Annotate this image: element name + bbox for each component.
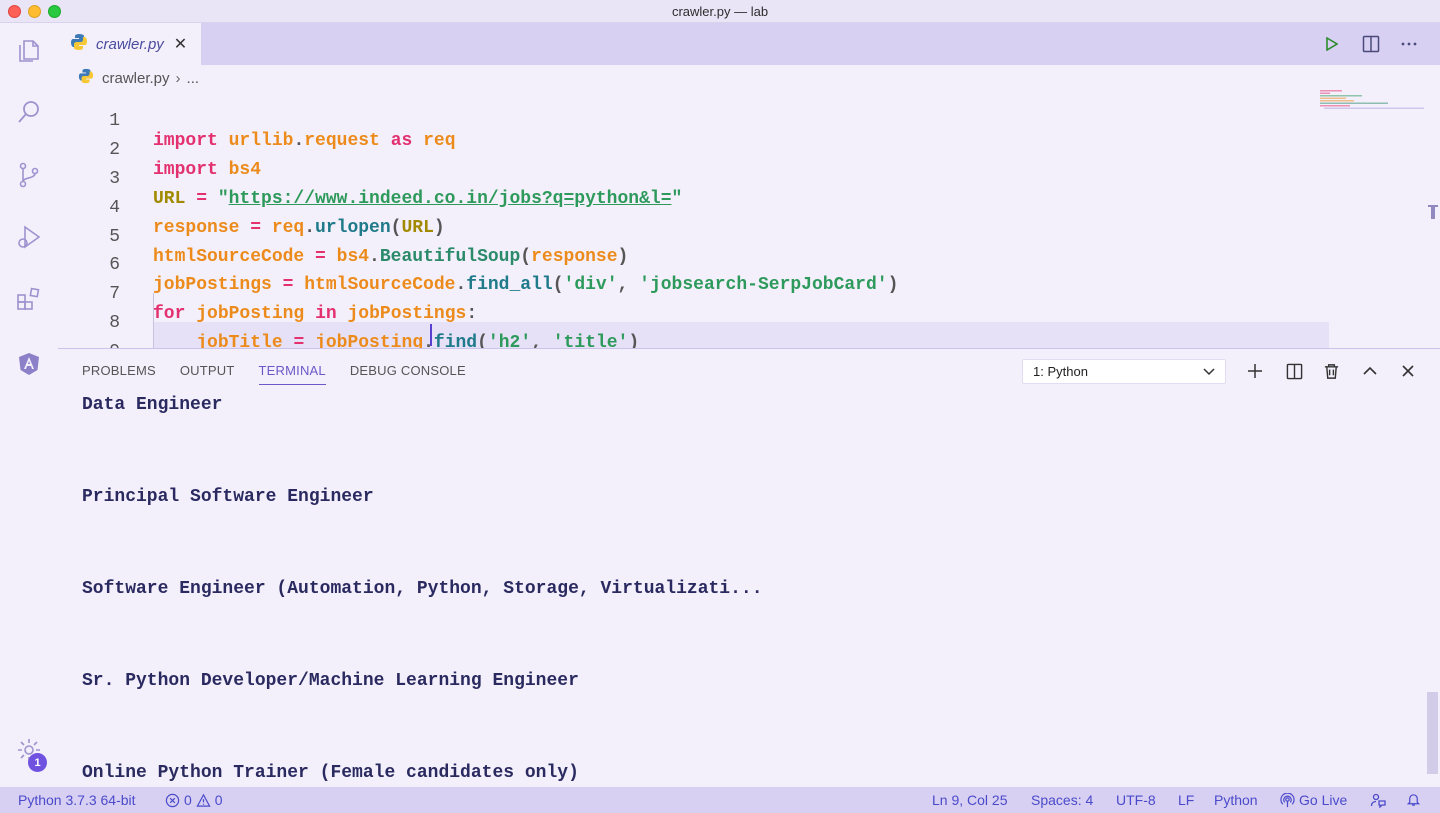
terminal-line: Software Engineer (Automation, Python, S… (82, 579, 763, 599)
more-actions-icon[interactable] (1398, 33, 1420, 55)
tab-problems[interactable]: PROBLEMS (82, 363, 156, 385)
maximize-window-button[interactable] (48, 5, 61, 18)
window-title: crawler.py — lab (671, 3, 769, 19)
python-interpreter[interactable]: Python 3.7.3 64-bit (18, 792, 136, 808)
problems-indicator[interactable]: 0 0 (165, 792, 223, 808)
code-line: 2 import bs4 (58, 120, 1328, 180)
terminal-line: Principal Software Engineer (82, 487, 374, 507)
close-tab-icon[interactable]: ✕ (174, 34, 187, 54)
tab-crawler-py[interactable]: crawler.py ✕ (58, 23, 201, 65)
tab-label: crawler.py (96, 35, 164, 53)
minimize-window-button[interactable] (28, 5, 41, 18)
tab-output[interactable]: OUTPUT (180, 363, 235, 385)
minimap[interactable] (1320, 90, 1425, 110)
terminal-select[interactable]: 1: Python (1022, 359, 1226, 384)
split-terminal-icon[interactable] (1283, 360, 1305, 382)
code-line: 8 jobTitle = jobPosting.find('h2', 'titl… (58, 293, 1328, 353)
broadcast-icon (1280, 792, 1295, 807)
status-bar: Python 3.7.3 64-bit 0 0 Ln 9, Col 25 Spa… (0, 787, 1440, 813)
bottom-panel: PROBLEMS OUTPUT TERMINAL DEBUG CONSOLE 1… (58, 348, 1440, 787)
code-editor[interactable]: 1 import urllib.request as req 2 import … (58, 90, 1440, 383)
title-bar: crawler.py — lab (0, 0, 1440, 23)
terminal-line: Data Engineer (82, 395, 223, 415)
encoding[interactable]: UTF-8 (1116, 792, 1156, 808)
scroll-marker (1428, 205, 1438, 219)
terminal-line: Sr. Python Developer/Machine Learning En… (82, 671, 579, 691)
indentation[interactable]: Spaces: 4 (1031, 792, 1093, 808)
panel-tabs: PROBLEMS OUTPUT TERMINAL DEBUG CONSOLE (82, 363, 466, 385)
language-mode[interactable]: Python (1214, 792, 1258, 808)
chevron-down-icon (1201, 363, 1217, 382)
source-control-icon[interactable] (14, 160, 44, 190)
terminal-scrollbar[interactable] (1427, 692, 1438, 774)
tab-terminal[interactable]: TERMINAL (258, 363, 326, 385)
notifications-bell-icon[interactable] (1406, 792, 1421, 807)
close-window-button[interactable] (8, 5, 21, 18)
split-editor-icon[interactable] (1360, 33, 1382, 55)
activity-bar: 1 (0, 23, 58, 787)
breadcrumb-file[interactable]: crawler.py (102, 70, 170, 87)
go-live-label: Go Live (1299, 792, 1348, 808)
chevron-right-icon: › (175, 69, 181, 87)
angular-icon[interactable] (14, 349, 44, 379)
explorer-icon[interactable] (14, 36, 44, 66)
feedback-icon[interactable] (1370, 792, 1386, 808)
cursor-position[interactable]: Ln 9, Col 25 (932, 792, 1008, 808)
maximize-panel-icon[interactable] (1359, 360, 1381, 382)
run-debug-icon[interactable] (14, 222, 44, 252)
error-icon (165, 793, 180, 807)
code-line: 1 import urllib.request as req (58, 91, 1328, 151)
code-line: 5 htmlSourceCode = bs4.BeautifulSoup(res… (58, 207, 1328, 267)
code-line: 9 print(jobTitle.text) (58, 322, 1328, 383)
extensions-icon[interactable] (14, 285, 44, 315)
end-of-line[interactable]: LF (1178, 792, 1194, 808)
terminal-line: Online Python Trainer (Female candidates… (82, 763, 579, 783)
python-file-icon (70, 33, 88, 56)
editor-tab-bar: crawler.py ✕ (58, 23, 1440, 65)
search-icon[interactable] (14, 97, 44, 127)
code-line: 7 for jobPosting in jobPostings: (58, 264, 1328, 324)
error-count: 0 (184, 792, 192, 808)
code-line: 3 URL = "https://www.indeed.co.in/jobs?q… (58, 149, 1328, 209)
text-cursor (430, 324, 432, 346)
terminal-select-value: 1: Python (1033, 364, 1088, 379)
code-line: 6 jobPostings = htmlSourceCode.find_all(… (58, 235, 1328, 295)
breadcrumb-more[interactable]: ... (187, 70, 200, 87)
trash-icon[interactable] (1320, 360, 1342, 382)
go-live-button[interactable]: Go Live (1280, 792, 1347, 808)
new-terminal-icon[interactable] (1244, 360, 1266, 382)
run-file-icon[interactable] (1320, 33, 1342, 55)
python-file-icon (78, 68, 94, 88)
code-line: 4 response = req.urlopen(URL) (58, 178, 1328, 238)
tab-debug-console[interactable]: DEBUG CONSOLE (350, 363, 466, 385)
warning-count: 0 (214, 792, 223, 808)
breadcrumb: crawler.py › ... (78, 67, 199, 89)
settings-badge: 1 (28, 753, 47, 772)
close-panel-icon[interactable] (1397, 360, 1419, 382)
warning-icon (196, 793, 211, 807)
